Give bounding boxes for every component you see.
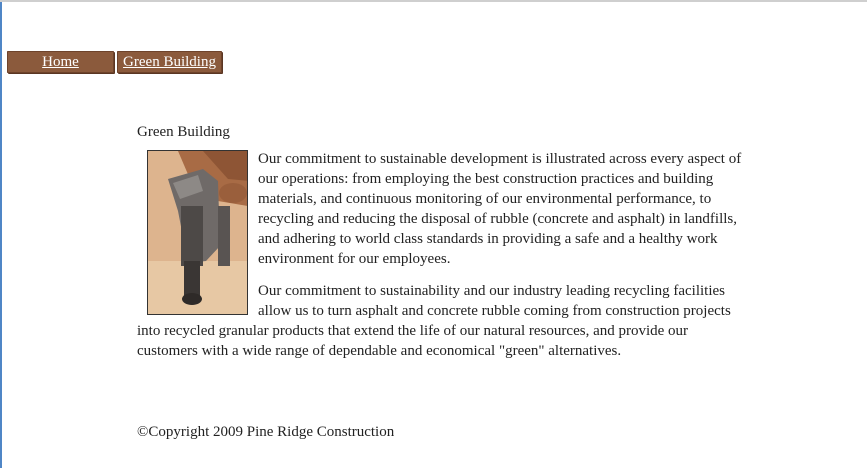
main-content: Green Building Our commitment to sustain… xyxy=(137,122,745,373)
nav-home-link[interactable]: Home xyxy=(7,51,114,73)
left-border xyxy=(0,2,2,468)
page-title: Green Building xyxy=(137,124,230,140)
top-border xyxy=(0,0,867,2)
nail-gun-photo-illustration xyxy=(148,151,247,314)
main-nav: Home Green Building xyxy=(7,51,222,73)
nav-green-building-link[interactable]: Green Building xyxy=(117,51,222,73)
nail-gun-photo xyxy=(147,150,248,315)
copyright-text: ©Copyright 2009 Pine Ridge Construction xyxy=(137,424,395,440)
